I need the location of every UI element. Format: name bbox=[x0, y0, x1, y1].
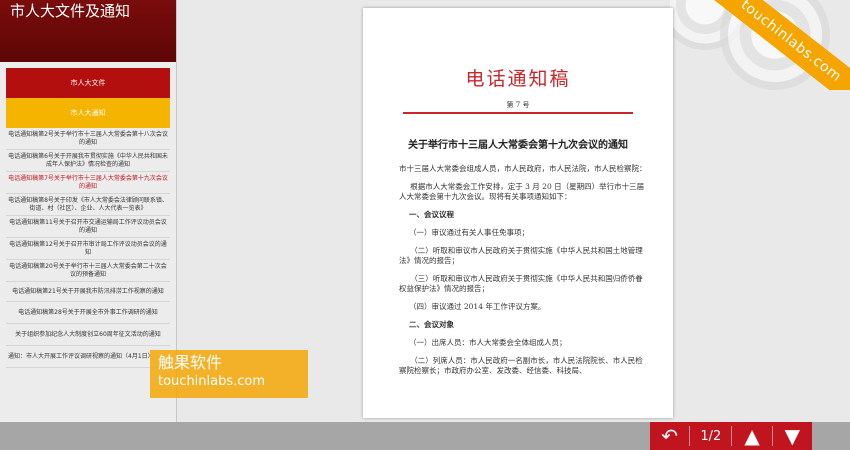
watermark-cn: 触果软件 bbox=[158, 353, 223, 372]
paragraph: （三）听取和审议市人民政府关于贯彻实施《中华人民共和国归侨侨眷权益保护法》情况的… bbox=[399, 274, 643, 293]
watermark-en: touchinlabs.com bbox=[158, 374, 266, 389]
list-item[interactable]: 电话通知稿第6号关于开展我市贯彻实施《中华人民共和国未成年人保护法》情况检查的通… bbox=[6, 150, 170, 172]
document-subject: 关于举行市十三届人大常委会第十九次会议的通知 bbox=[408, 140, 628, 151]
paragraph: （一）出席人员：市人大常委会全体组成人员； bbox=[409, 338, 567, 347]
back-button[interactable]: ↶ bbox=[650, 422, 689, 450]
page-indicator: 1/2 bbox=[700, 428, 722, 444]
list-item[interactable]: 关于组织参加纪念人大制度创立60周年征文活动的通知 bbox=[6, 324, 170, 346]
document-number: 第 7 号 bbox=[506, 101, 530, 109]
list-item[interactable]: 电话通知稿第11号关于召开市交通运输局工作评议动员会议的通知 bbox=[6, 216, 170, 238]
page-up-button[interactable]: ▲ bbox=[732, 422, 771, 450]
back-arrow-icon: ↶ bbox=[661, 424, 679, 448]
list-item[interactable]: 电话通知稿第2号关于举行市十三届人大常委会第十八次会议的通知 bbox=[6, 128, 170, 150]
watermark: 触果软件 touchinlabs.com bbox=[150, 350, 308, 398]
tab-npc-documents[interactable]: 市人大文件 bbox=[6, 68, 170, 98]
gear-decoration: touchinlabs.com bbox=[670, 0, 850, 90]
document-body: 市十三届人大常委会组成人员，市人民政府，市人民法院，市人民检察院： 根据市人大常… bbox=[399, 164, 647, 384]
section-heading: 一、会议议程 bbox=[409, 210, 454, 219]
paragraph: （二）听取和审议市人民政府关于贯彻实施《中华人民共和国土地管理法》情况的报告； bbox=[399, 246, 643, 265]
page-controls: ↶ 1/2 ▲ ▼ bbox=[650, 422, 812, 450]
arrow-down-icon: ▼ bbox=[784, 424, 801, 448]
tab-npc-notices[interactable]: 市人大通知 bbox=[6, 98, 170, 128]
list-item[interactable]: 电话通知稿第21号关于开展我市防汛排涝工作视察的通知 bbox=[6, 282, 170, 302]
document-page: 电话通知稿 第 7 号 关于举行市十三届人大常委会第十九次会议的通知 市十三届人… bbox=[363, 8, 673, 418]
list-item[interactable]: 电话通知稿第28号关于开展全市外事工作调研的通知 bbox=[6, 302, 170, 324]
title-divider bbox=[403, 112, 633, 114]
list-item[interactable]: 电话通知稿第12号关于召开市审计局工作评议动员会议的通知 bbox=[6, 238, 170, 260]
notice-list: 电话通知稿第2号关于举行市十三届人大常委会第十八次会议的通知 电话通知稿第6号关… bbox=[6, 128, 170, 368]
paragraph: （二）列席人员：市人民政府一名副市长，市人民法院院长、市人民检察院检察长；市政府… bbox=[399, 356, 643, 375]
sidebar-title: 市人大文件及通知 bbox=[0, 0, 176, 62]
section-heading: 二、会议对象 bbox=[409, 320, 454, 329]
paragraph: 市十三届人大常委会组成人员，市人民政府，市人民法院，市人民检察院： bbox=[399, 164, 647, 173]
document-title: 电话通知稿 bbox=[465, 68, 571, 90]
paragraph: （一）审议通过有关人事任免事项； bbox=[409, 228, 529, 237]
page-down-button[interactable]: ▼ bbox=[773, 422, 812, 450]
list-item[interactable]: 电话通知稿第20号关于举行市十三届人大常委会第二十次会议的预备通知 bbox=[6, 260, 170, 282]
paragraph: （四）审议通过 2014 年工作评议方案。 bbox=[409, 302, 546, 311]
list-item[interactable]: 通知：市人大开展工作评议调研视察的通知（4月1日） bbox=[6, 346, 170, 368]
arrow-up-icon: ▲ bbox=[744, 424, 760, 448]
list-item[interactable]: 电话通知稿第8号关于印发《市人大常委会法律顾问联系镇、街道、村（社区）、企业、人… bbox=[6, 194, 170, 216]
paragraph: 根据市人大常委会工作安排，定于 3 月 20 日（星期四）举行市十三届人大常委会… bbox=[399, 182, 645, 201]
list-item-active[interactable]: 电话通知稿第7号关于举行市十三届人大常委会第十九次会议的通知 bbox=[6, 172, 170, 194]
